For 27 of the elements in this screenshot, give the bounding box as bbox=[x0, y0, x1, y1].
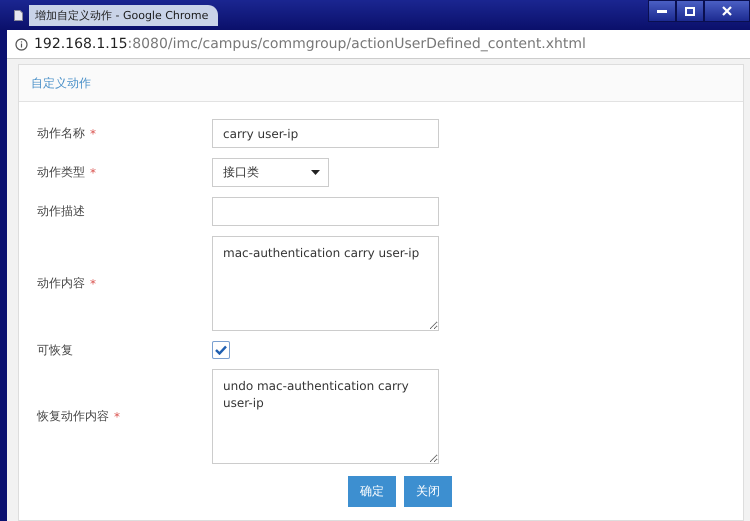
minimize-icon bbox=[657, 10, 667, 12]
field-label: 恢复动作内容 bbox=[37, 408, 109, 425]
panel-title: 自定义动作 bbox=[31, 74, 91, 92]
field-label: 动作描述 bbox=[37, 203, 85, 220]
required-mark: * bbox=[90, 166, 96, 180]
caret-icon bbox=[311, 170, 320, 175]
text-area[interactable]: mac-authentication carry user-ip bbox=[212, 236, 439, 331]
field-label: 可恢复 bbox=[37, 342, 73, 358]
maximize-icon bbox=[685, 6, 695, 16]
field-label: 动作类型 bbox=[37, 164, 85, 181]
required-mark: * bbox=[90, 126, 96, 140]
required-mark: * bbox=[90, 276, 96, 290]
close-icon bbox=[722, 6, 732, 16]
required-mark: * bbox=[114, 410, 120, 424]
info-icon bbox=[15, 38, 28, 50]
text-field[interactable] bbox=[212, 197, 439, 226]
minimize-button[interactable] bbox=[648, 0, 676, 22]
type-dropdown[interactable]: 接口类 bbox=[212, 158, 329, 187]
text-area[interactable]: undo mac-authentication carry user-ip bbox=[212, 369, 439, 464]
text-field[interactable]: carry user-ip bbox=[212, 119, 439, 148]
field-label: 动作名称 bbox=[37, 125, 85, 142]
maximize-button[interactable] bbox=[676, 0, 704, 22]
field-label: 动作内容 bbox=[37, 275, 85, 292]
close-button[interactable] bbox=[704, 0, 750, 22]
window-title: 增加自定义动作 - Google Chrome bbox=[29, 4, 218, 26]
checkbox[interactable] bbox=[212, 341, 230, 359]
page-icon bbox=[14, 10, 23, 20]
